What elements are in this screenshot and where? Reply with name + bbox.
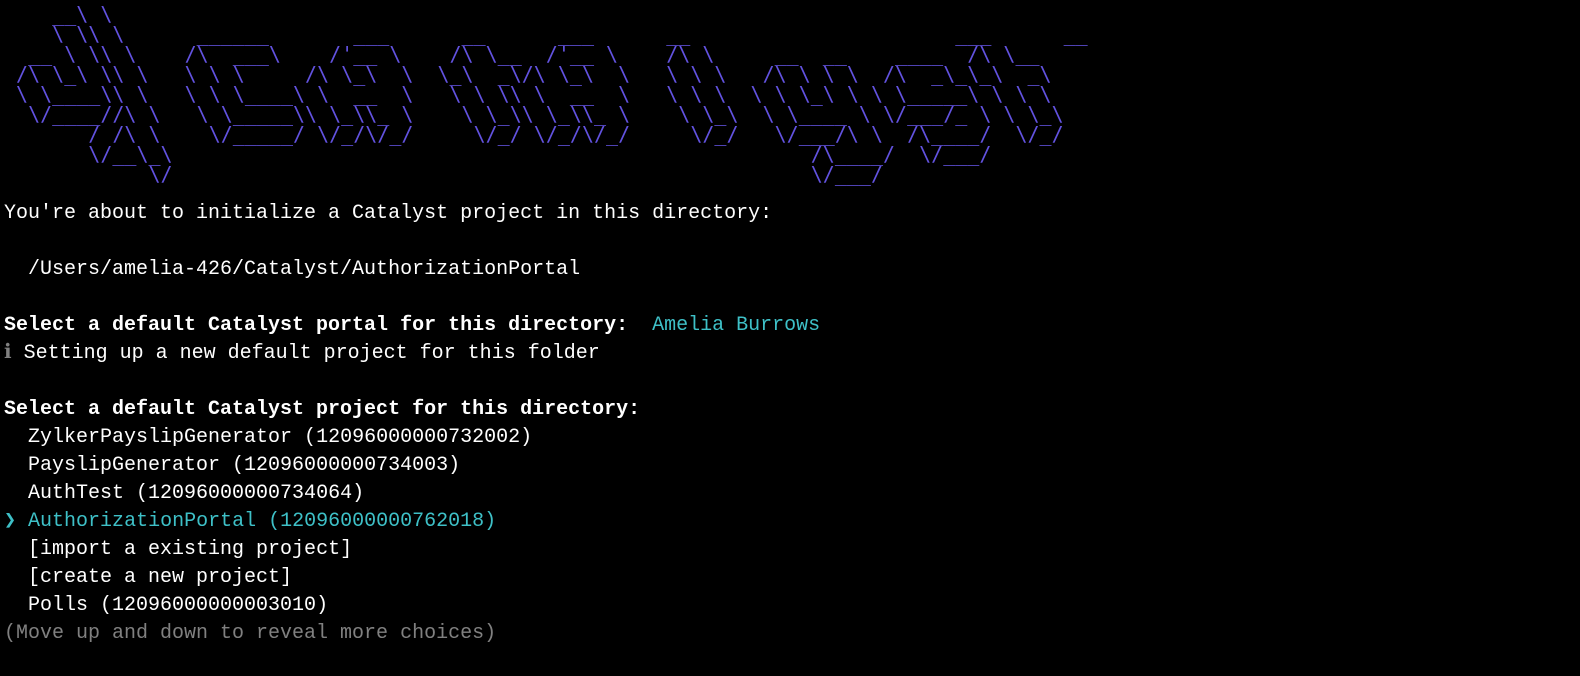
catalyst-ascii-logo: __\ \ \ \\ \ ______ ___ __ ___ __ ___ __…	[4, 4, 1576, 184]
project-option[interactable]: Polls (12096000000003010)	[4, 592, 1576, 620]
project-label: [create a new project]	[28, 566, 292, 589]
project-option[interactable]: PayslipGenerator (12096000000734003)	[4, 452, 1576, 480]
directory-path: /Users/amelia-426/Catalyst/Authorization…	[4, 256, 1576, 284]
info-text: Setting up a new default project for thi…	[12, 342, 600, 365]
portal-selected-value: Amelia Burrows	[628, 314, 820, 337]
project-label: AuthTest (12096000000734064)	[28, 482, 364, 505]
portal-prompt-line: Select a default Catalyst portal for thi…	[4, 312, 1576, 340]
project-list[interactable]: ZylkerPayslipGenerator (1209600000073200…	[4, 424, 1576, 620]
project-option[interactable]: AuthTest (12096000000734064)	[4, 480, 1576, 508]
navigation-hint: (Move up and down to reveal more choices…	[4, 620, 1576, 648]
project-prompt-label: Select a default Catalyst project for th…	[4, 396, 1576, 424]
project-label: AuthorizationPortal (12096000000762018)	[28, 510, 496, 533]
project-label: Polls (12096000000003010)	[28, 594, 328, 617]
project-option[interactable]: ZylkerPayslipGenerator (1209600000073200…	[4, 424, 1576, 452]
project-label: PayslipGenerator (12096000000734003)	[28, 454, 460, 477]
project-label: [import a existing project]	[28, 538, 352, 561]
intro-text: You're about to initialize a Catalyst pr…	[4, 200, 1576, 228]
info-icon: ℹ	[4, 342, 12, 365]
portal-prompt-label: Select a default Catalyst portal for thi…	[4, 314, 628, 337]
project-option[interactable]: ❯ AuthorizationPortal (12096000000762018…	[4, 508, 1576, 536]
project-option[interactable]: [create a new project]	[4, 564, 1576, 592]
pointer-icon: ❯	[4, 510, 28, 533]
project-option[interactable]: [import a existing project]	[4, 536, 1576, 564]
project-label: ZylkerPayslipGenerator (1209600000073200…	[28, 426, 532, 449]
info-line: ℹ Setting up a new default project for t…	[4, 340, 1576, 368]
